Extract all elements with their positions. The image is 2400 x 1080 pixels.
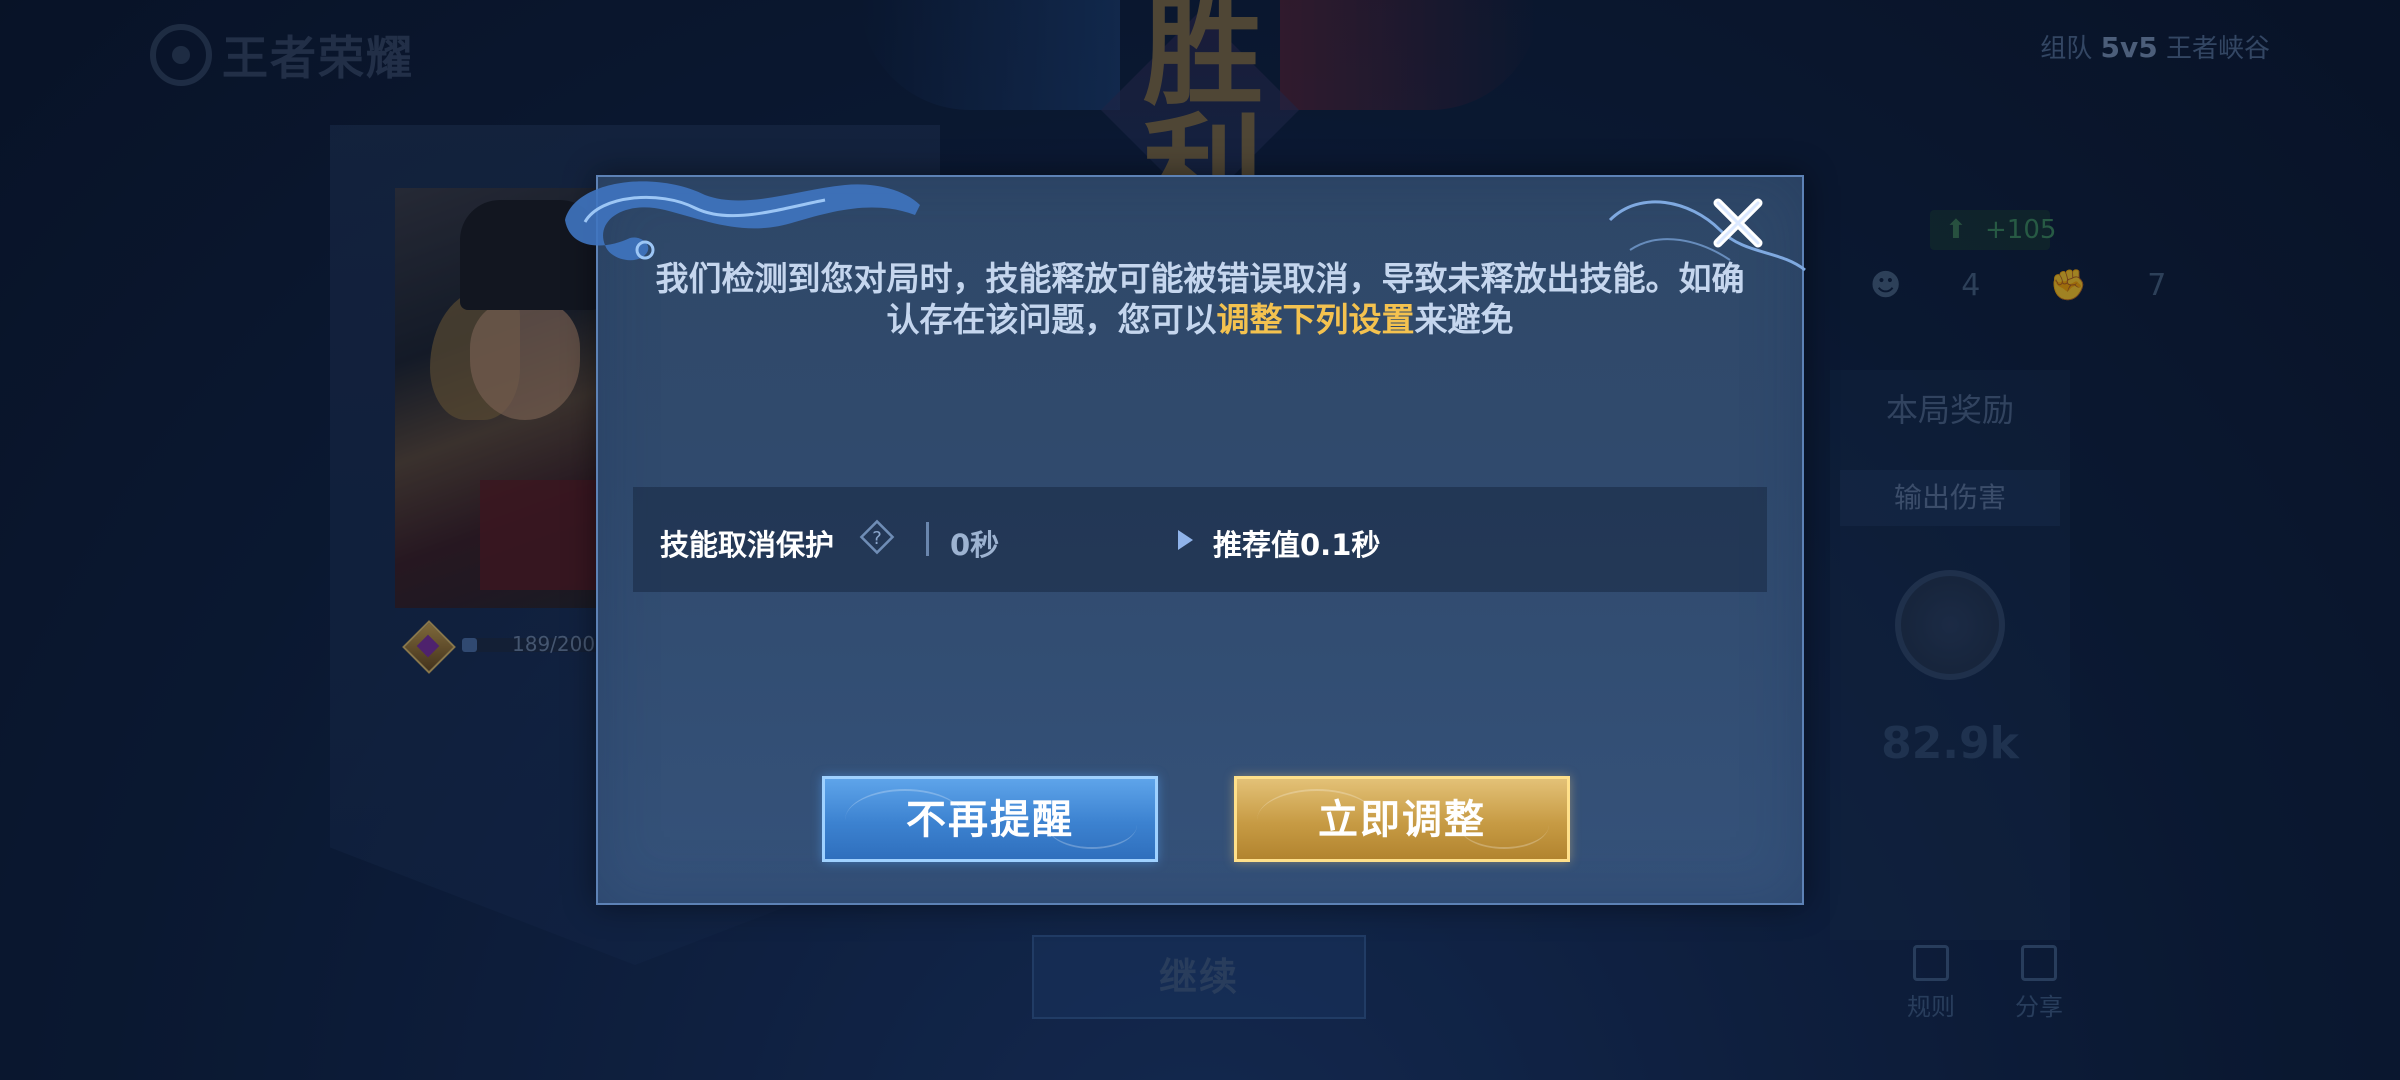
dismiss-button[interactable]: 不再提醒: [822, 776, 1158, 862]
setting-divider: [926, 522, 929, 556]
setting-label: 技能取消保护: [660, 528, 835, 562]
svg-text:?: ?: [872, 528, 882, 549]
dialog-message-tail: 来避免: [1414, 300, 1514, 339]
recommend-value: 推荐值0.1秒: [1213, 528, 1381, 562]
dismiss-button-label: 不再提醒: [906, 797, 1074, 843]
play-arrow-icon: [1178, 530, 1193, 550]
dialog-message-highlight: 调整下列设置: [1216, 300, 1415, 339]
close-icon[interactable]: [1710, 195, 1766, 251]
help-icon[interactable]: ?: [858, 518, 896, 556]
adjust-now-button-label: 立即调整: [1318, 797, 1486, 843]
dialog-message-text: 我们检测到您对局时，技能释放可能被错误取消，导致未释放出技能。如确认存在该问题，…: [655, 259, 1745, 339]
adjust-now-button[interactable]: 立即调整: [1234, 776, 1570, 862]
setting-value: 0秒: [950, 528, 1000, 562]
dialog-message: 我们检测到您对局时，技能释放可能被错误取消，导致未释放出技能。如确认存在该问题，…: [640, 258, 1760, 340]
